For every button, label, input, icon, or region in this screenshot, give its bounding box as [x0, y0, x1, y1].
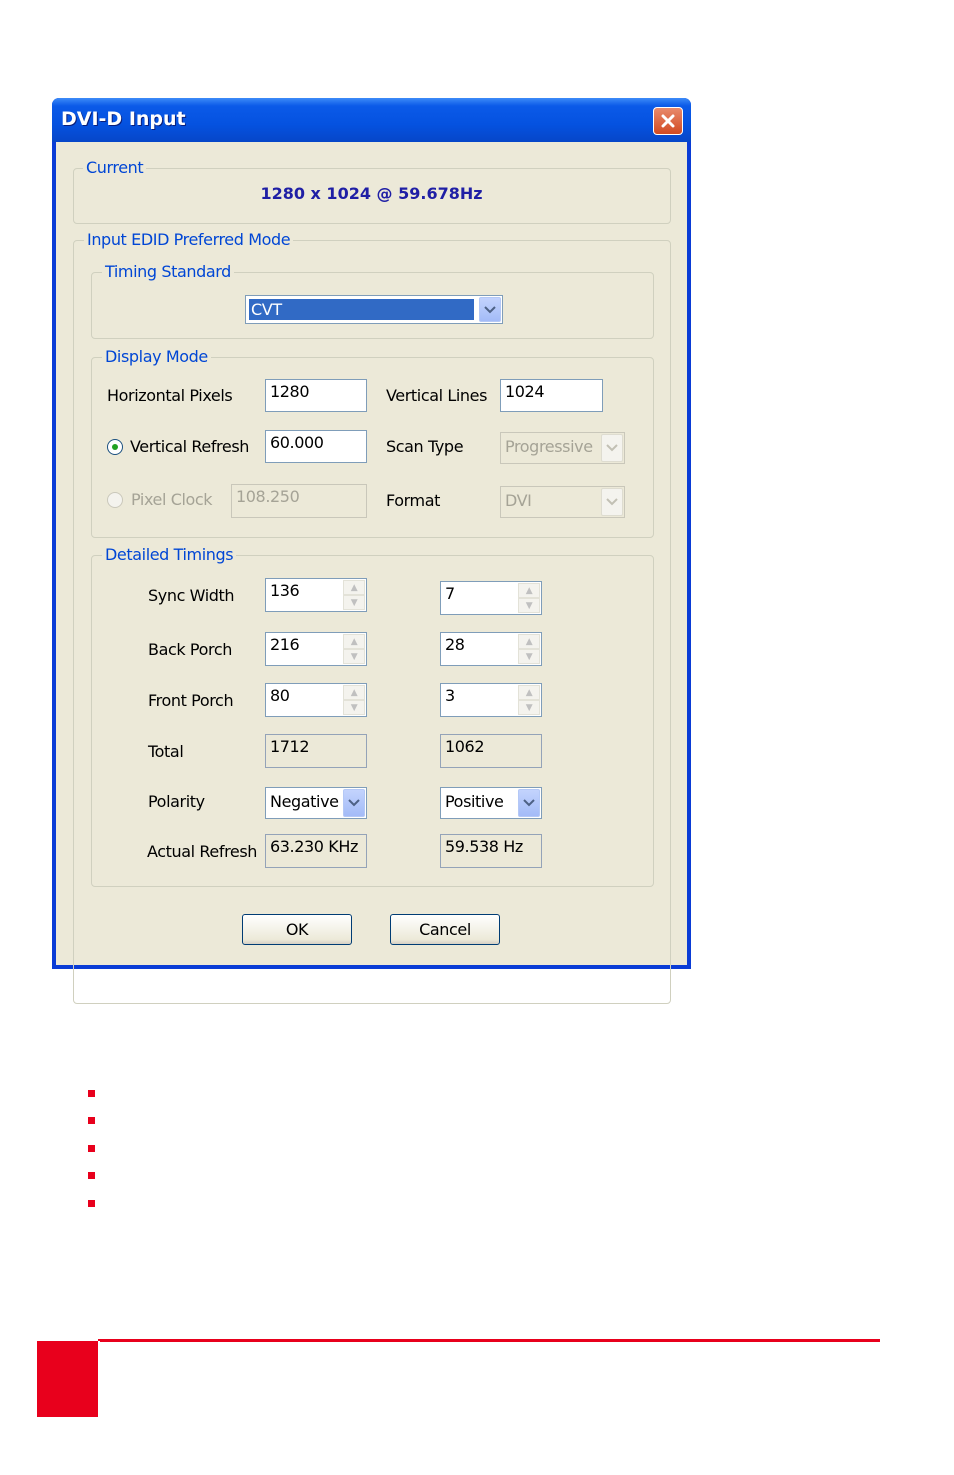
pixel-clock-field[interactable]: 108.250	[231, 484, 367, 518]
scan-type-label: Scan Type	[386, 437, 464, 456]
bullet-marker	[88, 1145, 95, 1152]
spin-down-icon[interactable]: ▼	[518, 598, 540, 613]
bullet-marker	[88, 1172, 95, 1179]
chevron-down-icon[interactable]	[601, 488, 623, 516]
pixel-clock-radio[interactable]	[107, 492, 123, 508]
vertical-lines-value: 1024	[505, 382, 545, 401]
timing-standard-select[interactable]: CVT	[245, 295, 503, 324]
spin-down-icon[interactable]: ▼	[343, 700, 365, 715]
back-porch-h-field[interactable]: 216 ▲ ▼	[265, 632, 367, 666]
spin-down-icon[interactable]: ▼	[518, 649, 540, 664]
display-mode-legend: Display Mode	[102, 347, 211, 366]
polarity-v-select[interactable]: Positive	[440, 787, 542, 819]
title-bar[interactable]: DVI-D Input	[52, 98, 691, 142]
total-v-value: 1062	[445, 737, 485, 756]
horizontal-pixels-value: 1280	[270, 382, 310, 401]
dialog-client: Current 1280 x 1024 @ 59.678Hz Input EDI…	[56, 142, 687, 1004]
chevron-down-icon[interactable]	[479, 297, 501, 322]
chevron-down-icon[interactable]	[601, 434, 623, 462]
vertical-refresh-radio[interactable]	[107, 439, 123, 455]
spin-buttons[interactable]: ▲ ▼	[518, 634, 540, 664]
format-select[interactable]: DVI	[500, 486, 625, 518]
sync-width-h-field[interactable]: 136 ▲ ▼	[265, 578, 367, 612]
sync-width-v-value: 7	[445, 584, 455, 603]
dialog-window: DVI-D Input Current 1280 x 1024 @ 59.678…	[52, 98, 691, 1004]
spin-buttons[interactable]: ▲ ▼	[343, 685, 365, 715]
spin-buttons[interactable]: ▲ ▼	[343, 634, 365, 664]
timing-standard-value: CVT	[249, 299, 474, 320]
total-label: Total	[148, 742, 184, 761]
scan-type-select[interactable]: Progressive	[500, 432, 625, 464]
horizontal-pixels-label: Horizontal Pixels	[107, 386, 233, 405]
spin-buttons[interactable]: ▲ ▼	[518, 583, 540, 613]
total-v-field: 1062	[440, 734, 542, 768]
front-porch-h-field[interactable]: 80 ▲ ▼	[265, 683, 367, 717]
actual-refresh-v-value: 59.538 Hz	[445, 837, 523, 856]
spin-buttons[interactable]: ▲ ▼	[343, 580, 365, 610]
total-h-value: 1712	[270, 737, 310, 756]
format-label: Format	[386, 491, 440, 510]
spin-up-icon[interactable]: ▲	[518, 685, 540, 700]
front-porch-v-field[interactable]: 3 ▲ ▼	[440, 683, 542, 717]
cancel-button[interactable]: Cancel	[390, 914, 500, 945]
polarity-label: Polarity	[148, 792, 205, 811]
spin-up-icon[interactable]: ▲	[518, 583, 540, 598]
actual-refresh-h-field: 63.230 KHz	[265, 834, 367, 868]
bullet-marker	[88, 1090, 95, 1097]
vertical-refresh-value: 60.000	[270, 433, 324, 452]
current-legend: Current	[83, 158, 147, 177]
pixel-clock-label[interactable]: Pixel Clock	[131, 490, 213, 509]
sync-width-label: Sync Width	[148, 586, 235, 605]
scan-type-value: Progressive	[505, 437, 593, 456]
front-porch-label: Front Porch	[148, 691, 234, 710]
spin-down-icon[interactable]: ▼	[518, 700, 540, 715]
polarity-h-value: Negative	[270, 792, 339, 811]
current-mode-value: 1280 x 1024 @ 59.678Hz	[260, 184, 483, 203]
polarity-v-value: Positive	[445, 792, 504, 811]
polarity-h-select[interactable]: Negative	[265, 787, 367, 819]
vertical-refresh-label[interactable]: Vertical Refresh	[130, 437, 249, 456]
spin-up-icon[interactable]: ▲	[343, 580, 365, 595]
vertical-lines-label: Vertical Lines	[386, 386, 488, 405]
back-porch-v-field[interactable]: 28 ▲ ▼	[440, 632, 542, 666]
front-porch-h-value: 80	[270, 686, 290, 705]
chevron-down-icon[interactable]	[343, 789, 365, 817]
detailed-timings-legend: Detailed Timings	[102, 545, 237, 564]
format-value: DVI	[505, 491, 532, 510]
total-h-field: 1712	[265, 734, 367, 768]
actual-refresh-label: Actual Refresh	[147, 842, 258, 861]
bullet-marker	[88, 1117, 95, 1124]
window-title: DVI-D Input	[61, 108, 186, 130]
spin-up-icon[interactable]: ▲	[343, 634, 365, 649]
spin-buttons[interactable]: ▲ ▼	[518, 685, 540, 715]
sync-width-v-field[interactable]: 7 ▲ ▼	[440, 581, 542, 615]
vertical-refresh-field[interactable]: 60.000	[265, 430, 367, 463]
back-porch-label: Back Porch	[148, 640, 232, 659]
back-porch-h-value: 216	[270, 635, 300, 654]
close-button[interactable]	[653, 107, 683, 135]
actual-refresh-v-field: 59.538 Hz	[440, 834, 542, 868]
horizontal-pixels-field[interactable]: 1280	[265, 379, 367, 412]
front-porch-v-value: 3	[445, 686, 455, 705]
edid-legend: Input EDID Preferred Mode	[84, 230, 294, 249]
timing-standard-legend: Timing Standard	[102, 262, 234, 281]
vertical-lines-field[interactable]: 1024	[500, 379, 603, 412]
close-icon	[661, 114, 675, 128]
spin-up-icon[interactable]: ▲	[343, 685, 365, 700]
spin-down-icon[interactable]: ▼	[343, 649, 365, 664]
actual-refresh-h-value: 63.230 KHz	[270, 837, 358, 856]
pixel-clock-value: 108.250	[236, 487, 300, 506]
spin-down-icon[interactable]: ▼	[343, 595, 365, 610]
spin-up-icon[interactable]: ▲	[518, 634, 540, 649]
sync-width-h-value: 136	[270, 581, 300, 600]
chevron-down-icon[interactable]	[518, 789, 540, 817]
ok-button[interactable]: OK	[242, 914, 352, 945]
footer-red-block	[37, 1341, 98, 1417]
footer-red-line	[98, 1339, 880, 1342]
bullet-marker	[88, 1200, 95, 1207]
back-porch-v-value: 28	[445, 635, 465, 654]
footer-divider	[98, 1341, 100, 1417]
